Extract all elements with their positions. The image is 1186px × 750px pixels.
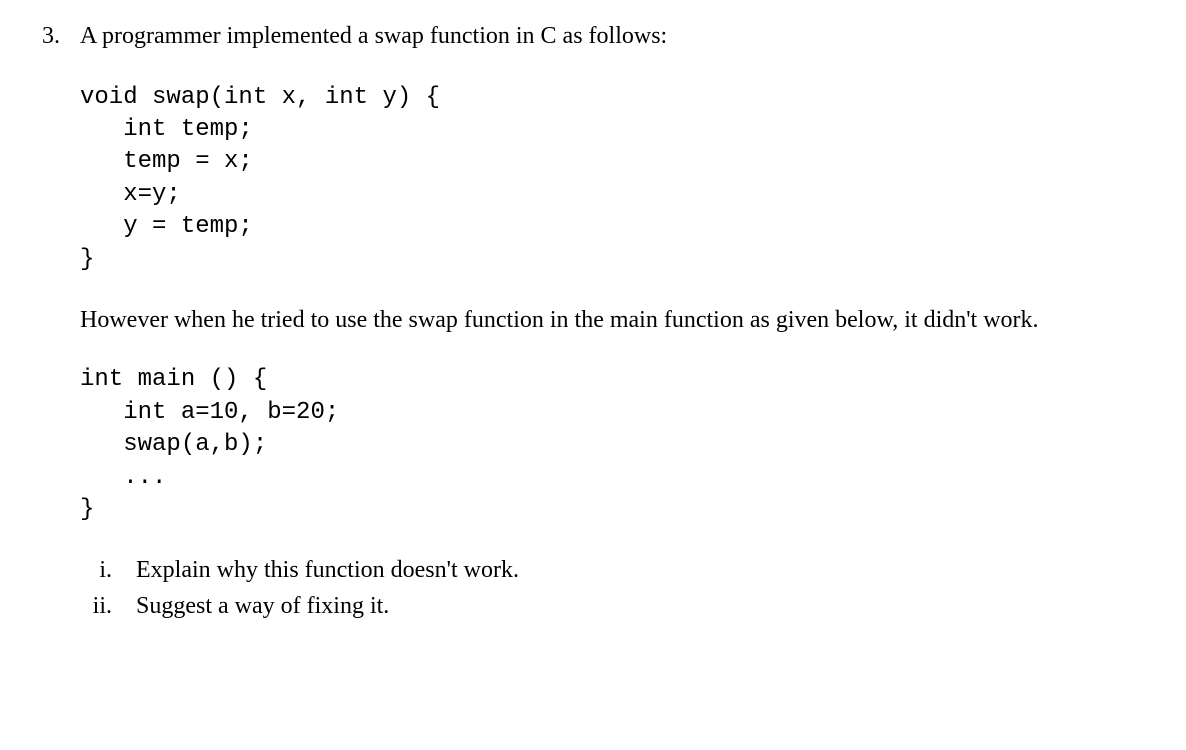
- sub-question-ii: ii. Suggest a way of fixing it.: [80, 590, 1156, 624]
- sub-text: Suggest a way of fixing it.: [136, 590, 1156, 624]
- question-number: 3.: [30, 20, 60, 54]
- code-block-swap: void swap(int x, int y) { int temp; temp…: [80, 82, 1156, 276]
- middle-text: However when he tried to use the swap fu…: [80, 304, 1156, 336]
- sub-label: ii.: [80, 590, 112, 624]
- question-container: 3. A programmer implemented a swap funct…: [30, 20, 1156, 623]
- intro-text: A programmer implemented a swap function…: [80, 20, 1156, 54]
- sub-label: i.: [80, 554, 112, 588]
- sub-question-i: i. Explain why this function doesn't wor…: [80, 554, 1156, 588]
- sub-questions: i. Explain why this function doesn't wor…: [80, 554, 1156, 623]
- question-body: A programmer implemented a swap function…: [80, 20, 1156, 623]
- code-block-main: int main () { int a=10, b=20; swap(a,b);…: [80, 364, 1156, 526]
- sub-text: Explain why this function doesn't work.: [136, 554, 1156, 588]
